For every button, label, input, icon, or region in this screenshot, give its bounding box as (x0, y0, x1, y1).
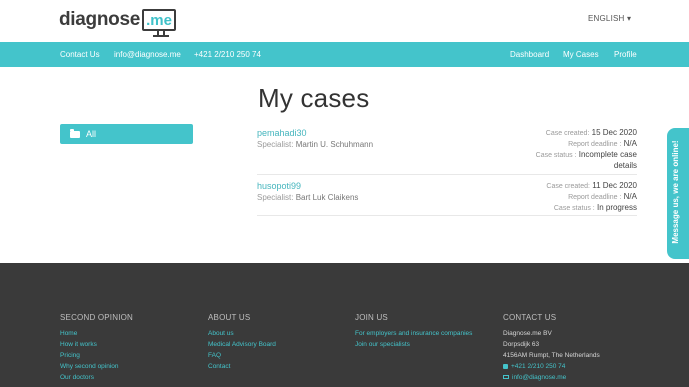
case-user-link[interactable]: pemahadi30 (257, 128, 307, 138)
language-selector[interactable]: ENGLISH ▾ (588, 14, 631, 23)
case-meta: Case created: 11 Dec 2020 Report deadlin… (546, 181, 637, 214)
footer-heading: SECOND OPINION (60, 313, 134, 322)
footer-second-opinion: SECOND OPINION Home How it works Pricing… (60, 313, 133, 383)
footer-link-about-us[interactable]: About us (208, 328, 276, 339)
footer-link-faq[interactable]: FAQ (208, 350, 276, 361)
nav-profile[interactable]: Profile (614, 50, 637, 59)
specialist-name: Martin U. Schuhmann (295, 140, 374, 149)
case-item[interactable]: pemahadi30 Specialist: Martin U. Schuhma… (257, 128, 637, 175)
case-user-link[interactable]: husopoti99 (257, 181, 301, 191)
case-status-value-cont: details (613, 161, 637, 170)
case-created-value: 11 Dec 2020 (592, 181, 637, 190)
footer-link-contact[interactable]: Contact (208, 361, 276, 372)
footer-email-link[interactable]: info@diagnose.me (503, 372, 600, 383)
monitor-icon: .me (142, 9, 177, 37)
specialist-label: Specialist: (257, 193, 294, 202)
company-name: Diagnose.me BV (503, 330, 552, 337)
folder-open-icon (70, 128, 80, 138)
footer-about-us: ABOUT US About us Medical Advisory Board… (208, 313, 276, 372)
case-status-value: Incomplete case (578, 150, 637, 159)
top-nav: Contact Us info@diagnose.me +421 2/210 2… (0, 42, 689, 67)
footer-link-our-doctors[interactable]: Our doctors (60, 372, 133, 383)
nav-contact-us[interactable]: Contact Us (60, 50, 100, 59)
case-specialist: Specialist: Martin U. Schuhmann (257, 140, 373, 149)
specialist-label: Specialist: (257, 140, 294, 149)
footer-link-join-specialists[interactable]: Join our specialists (355, 339, 472, 350)
company-city: 4156AM Rumpt, The Netherlands (503, 352, 600, 359)
header: diagnose .me ENGLISH ▾ (0, 0, 689, 42)
footer-phone-text: +421 2/210 250 74 (511, 363, 566, 370)
footer: SECOND OPINION Home How it works Pricing… (0, 263, 689, 387)
nav-phone[interactable]: +421 2/210 250 74 (194, 50, 261, 59)
diagnose-me-logo[interactable]: diagnose .me (59, 7, 177, 37)
filter-all-button[interactable]: All (60, 124, 193, 144)
report-deadline-value: N/A (623, 192, 637, 201)
footer-link-medical-advisory-board[interactable]: Medical Advisory Board (208, 339, 276, 350)
message-us-tab[interactable]: Message us, we are online! (667, 128, 689, 259)
case-created-label: Case created: (545, 130, 590, 137)
footer-link-home[interactable]: Home (60, 328, 133, 339)
logo-suffix: .me (146, 11, 172, 29)
footer-heading: CONTACT US (503, 313, 557, 322)
footer-heading: JOIN US (355, 313, 388, 322)
footer-email-text: info@diagnose.me (512, 374, 567, 381)
report-deadline-label: Report deadline : (568, 194, 622, 201)
case-created-label: Case created: (546, 183, 590, 190)
case-status-value: In progress (596, 203, 637, 212)
message-us-label: Message us, we are online! (671, 140, 680, 244)
envelope-icon (503, 375, 509, 380)
nav-my-cases[interactable]: My Cases (563, 50, 599, 59)
case-meta: Case created: 15 Dec 2020 Report deadlin… (536, 128, 637, 171)
logo-text: diagnose (59, 9, 141, 30)
footer-join-us: JOIN US For employers and insurance comp… (355, 313, 472, 350)
footer-contact-us: CONTACT US Diagnose.me BV Dorpsdijk 63 4… (503, 313, 600, 383)
report-deadline-value: N/A (623, 139, 637, 148)
nav-email[interactable]: info@diagnose.me (114, 50, 181, 59)
specialist-name: Bart Luk Claikens (295, 193, 359, 202)
filter-all-label: All (86, 129, 97, 139)
footer-link-how-it-works[interactable]: How it works (60, 339, 133, 350)
footer-link-employers[interactable]: For employers and insurance companies (355, 328, 472, 339)
nav-dashboard[interactable]: Dashboard (510, 50, 549, 59)
case-created-value: 15 Dec 2020 (591, 128, 637, 137)
case-item[interactable]: husopoti99 Specialist: Bart Luk Claikens… (257, 181, 637, 216)
footer-heading: ABOUT US (208, 313, 251, 322)
case-status-label: Case status : (553, 205, 595, 212)
footer-phone-link[interactable]: +421 2/210 250 74 (503, 361, 600, 372)
footer-link-pricing[interactable]: Pricing (60, 350, 133, 361)
case-specialist: Specialist: Bart Luk Claikens (257, 193, 358, 202)
company-street: Dorpsdijk 63 (503, 341, 540, 348)
page-title: My cases (258, 83, 370, 113)
case-status-label: Case status : (535, 152, 577, 159)
footer-link-why-second-opinion[interactable]: Why second opinion (60, 361, 133, 372)
report-deadline-label: Report deadline : (568, 141, 622, 148)
phone-icon (503, 363, 508, 369)
